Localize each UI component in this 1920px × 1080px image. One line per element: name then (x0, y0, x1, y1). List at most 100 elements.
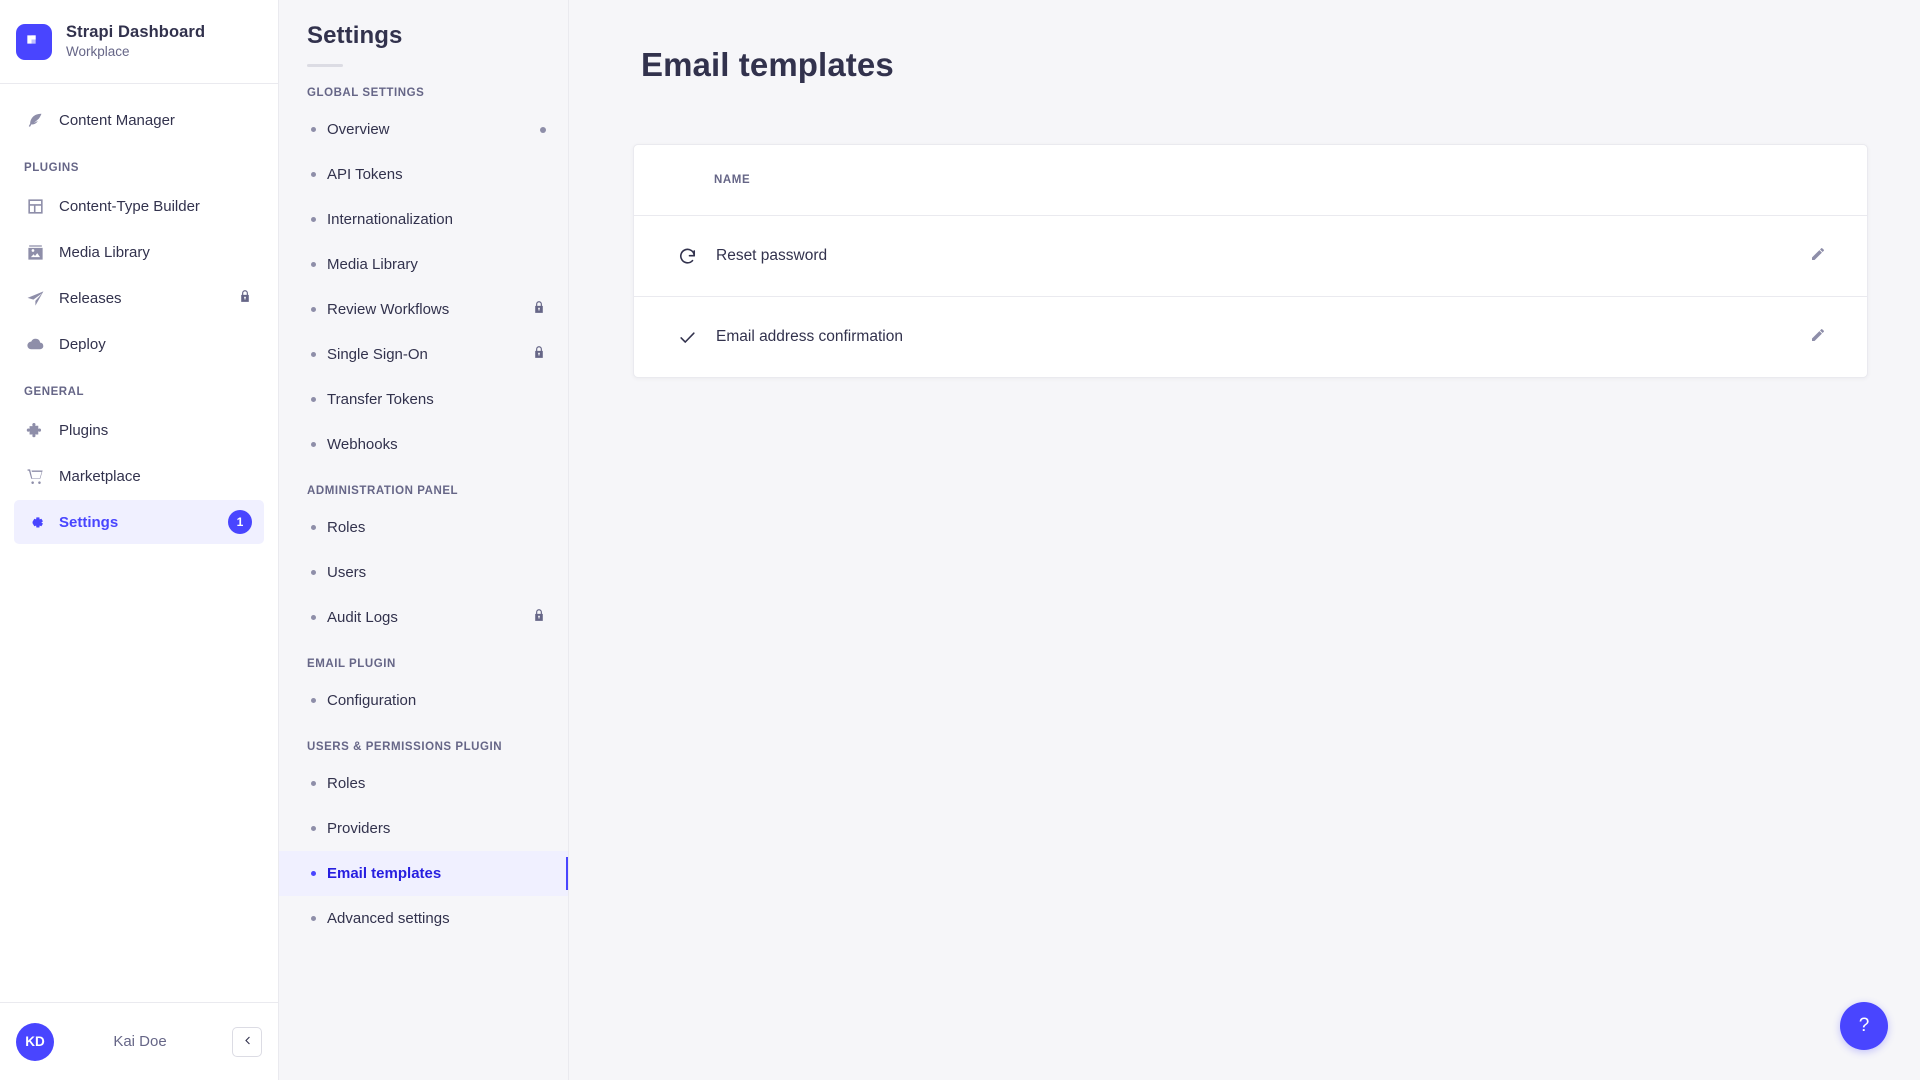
subnav-item-single-sign-on[interactable]: Single Sign-On (279, 332, 568, 377)
lock-icon (532, 300, 546, 319)
bullet-icon (311, 172, 316, 177)
sidebar-item-label: Plugins (59, 422, 252, 439)
nav-section-plugins-label: PLUGINS (14, 162, 264, 174)
bullet-icon (311, 352, 316, 357)
collapse-sidebar-button[interactable] (232, 1027, 262, 1057)
chevron-left-icon (242, 1033, 253, 1051)
bullet-icon (311, 698, 316, 703)
brand-subtitle: Workplace (66, 44, 205, 60)
bullet-icon (311, 442, 316, 447)
page-title: Email templates (569, 0, 1920, 84)
subnav-item-api-tokens[interactable]: API Tokens (279, 152, 568, 197)
sidebar-item-label: Deploy (59, 336, 252, 353)
shopping-cart-icon (26, 467, 45, 486)
bullet-icon (311, 826, 316, 831)
subnav-item-webhooks[interactable]: Webhooks (279, 422, 568, 467)
settings-subnav: Settings GLOBAL SETTINGS Overview API To… (279, 0, 569, 1080)
paper-plane-icon (26, 289, 45, 308)
status-dot-icon (540, 127, 546, 133)
subnav-item-label: Roles (327, 519, 546, 536)
subnav-item-overview[interactable]: Overview (279, 107, 568, 152)
app-root: Strapi Dashboard Workplace Content Manag… (0, 0, 1920, 1080)
subnav-item-label: Internationalization (327, 211, 546, 228)
bullet-icon (311, 615, 316, 620)
bullet-icon (311, 570, 316, 575)
subnav-item-providers[interactable]: Providers (279, 806, 568, 851)
sidebar-item-label: Releases (59, 290, 224, 307)
edit-template-button[interactable] (1803, 322, 1833, 352)
subnav-item-review-workflows[interactable]: Review Workflows (279, 287, 568, 332)
sidebar-item-releases[interactable]: Releases (14, 276, 264, 320)
sidebar-item-deploy[interactable]: Deploy (14, 322, 264, 366)
subnav-item-audit-logs[interactable]: Audit Logs (279, 595, 568, 640)
lock-icon (238, 289, 252, 307)
subnav-section-global-settings-label: GLOBAL SETTINGS (279, 87, 568, 99)
subnav-item-users[interactable]: Users (279, 550, 568, 595)
subnav-item-label: Media Library (327, 256, 546, 273)
subnav-item-roles-users-permissions[interactable]: Roles (279, 761, 568, 806)
sidebar-item-label: Media Library (59, 244, 252, 261)
lock-icon (532, 608, 546, 627)
subnav-item-label: API Tokens (327, 166, 546, 183)
bullet-icon (311, 127, 316, 132)
sidebar-item-label: Content-Type Builder (59, 198, 252, 215)
table-row[interactable]: Email address confirmation (634, 296, 1867, 377)
bullet-icon (311, 871, 316, 876)
puzzle-piece-icon (26, 421, 45, 440)
subnav-item-label: Overview (327, 121, 529, 138)
bullet-icon (311, 262, 316, 267)
edit-template-button[interactable] (1803, 241, 1833, 271)
sidebar-item-label: Marketplace (59, 468, 252, 485)
subnav-item-configuration[interactable]: Configuration (279, 678, 568, 723)
layout-builder-icon (26, 197, 45, 216)
cloud-icon (26, 335, 45, 354)
main-sidebar: Strapi Dashboard Workplace Content Manag… (0, 0, 279, 1080)
bullet-icon (311, 397, 316, 402)
template-name: Email address confirmation (700, 328, 1803, 346)
table-row[interactable]: Reset password (634, 215, 1867, 296)
bullet-icon (311, 525, 316, 530)
pencil-edit-icon (1810, 327, 1826, 348)
subnav-item-label: Webhooks (327, 436, 546, 453)
bullet-icon (311, 217, 316, 222)
pencil-feather-icon (26, 111, 45, 130)
subnav-item-label: Single Sign-On (327, 346, 521, 363)
subnav-item-label: Configuration (327, 692, 546, 709)
user-name: Kai Doe (68, 1033, 218, 1050)
subnav-section-users-permissions-label: USERS & PERMISSIONS PLUGIN (279, 741, 568, 753)
subnav-item-label: Email templates (327, 865, 546, 882)
strapi-logo-icon (16, 24, 52, 60)
sidebar-item-plugins[interactable]: Plugins (14, 408, 264, 452)
lock-icon (532, 345, 546, 364)
bullet-icon (311, 916, 316, 921)
subnav-item-label: Audit Logs (327, 609, 521, 626)
subnav-item-media-library[interactable]: Media Library (279, 242, 568, 287)
subnav-section-email-plugin-label: EMAIL PLUGIN (279, 658, 568, 670)
subnav-item-advanced-settings[interactable]: Advanced settings (279, 896, 568, 941)
avatar[interactable]: KD (16, 1023, 54, 1061)
subnav-item-internationalization[interactable]: Internationalization (279, 197, 568, 242)
brand-header[interactable]: Strapi Dashboard Workplace (0, 0, 278, 84)
sidebar-item-media-library[interactable]: Media Library (14, 230, 264, 274)
subnav-divider (307, 64, 343, 67)
template-name: Reset password (700, 247, 1803, 265)
sidebar-item-label: Settings (59, 514, 214, 531)
subnav-item-transfer-tokens[interactable]: Transfer Tokens (279, 377, 568, 422)
help-button[interactable]: ? (1840, 1002, 1888, 1050)
sidebar-item-content-type-builder[interactable]: Content-Type Builder (14, 184, 264, 228)
subnav-item-roles-admin[interactable]: Roles (279, 505, 568, 550)
subnav-item-label: Review Workflows (327, 301, 521, 318)
sidebar-item-settings[interactable]: Settings 1 (14, 500, 264, 544)
brand-text: Strapi Dashboard Workplace (66, 23, 205, 59)
subnav-item-label: Users (327, 564, 546, 581)
image-icon (26, 243, 45, 262)
table-header: NAME (634, 145, 1867, 215)
nav-section-general-label: GENERAL (14, 386, 264, 398)
subnav-item-email-templates[interactable]: Email templates (279, 851, 568, 896)
sidebar-item-content-manager[interactable]: Content Manager (14, 98, 264, 142)
refresh-icon (678, 247, 700, 266)
subnav-title: Settings (279, 22, 568, 50)
settings-badge: 1 (228, 510, 252, 534)
subnav-section-administration-panel-label: ADMINISTRATION PANEL (279, 485, 568, 497)
sidebar-item-marketplace[interactable]: Marketplace (14, 454, 264, 498)
